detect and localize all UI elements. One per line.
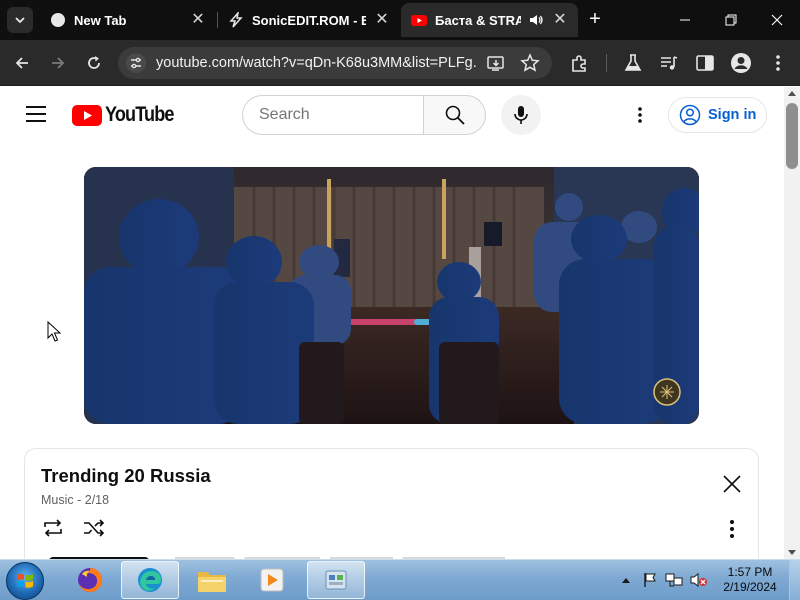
restore-icon <box>725 14 737 26</box>
new-tab-icon <box>51 13 65 27</box>
tab-title: Баста & STRANG <box>435 12 521 28</box>
close-tab-button[interactable]: ✕ <box>374 12 390 28</box>
back-button[interactable] <box>10 51 34 75</box>
flag-icon <box>644 573 656 587</box>
taskbar-file-explorer[interactable] <box>183 561 241 599</box>
more-vertical-icon <box>638 107 642 123</box>
search-box[interactable] <box>242 95 423 135</box>
voice-search-button[interactable] <box>501 95 541 135</box>
playlist-panel: Trending 20 Russia Music - 2/18 <box>24 448 759 559</box>
youtube-header: YouTube Sign in <box>0 87 784 143</box>
labs-flask-icon[interactable] <box>622 52 644 74</box>
taskbar-media-player[interactable] <box>243 561 301 599</box>
youtube-page: YouTube Sign in <box>0 87 784 559</box>
youtube-logo-text: YouTube <box>105 103 174 126</box>
scroll-up-arrow[interactable] <box>788 91 796 96</box>
search-icon <box>445 105 465 125</box>
media-control-icon[interactable] <box>658 52 680 74</box>
close-icon <box>771 14 783 26</box>
youtube-logo-icon <box>72 104 102 126</box>
media-player-icon <box>260 568 284 592</box>
search-input[interactable] <box>243 96 418 134</box>
close-tab-button[interactable]: ✕ <box>552 12 568 28</box>
control-panel-icon <box>325 570 347 590</box>
scrollbar-thumb[interactable] <box>786 103 798 169</box>
windows-logo-icon <box>17 573 33 588</box>
speaker-icon[interactable] <box>529 13 543 27</box>
profile-avatar-icon[interactable] <box>730 52 752 74</box>
tab-new-tab[interactable]: New Tab ✕ <box>40 3 216 37</box>
windows-taskbar: 1:57 PM 2/19/2024 <box>0 559 800 600</box>
toolbar-separator <box>606 54 607 72</box>
show-desktop-button[interactable] <box>789 560 800 600</box>
arrow-left-icon <box>15 57 28 69</box>
bookmark-star-icon[interactable] <box>520 53 540 73</box>
loop-playlist-icon[interactable] <box>41 518 65 538</box>
close-window-button[interactable] <box>754 0 800 40</box>
minimize-button[interactable] <box>662 0 708 40</box>
volume-muted-status[interactable] <box>688 560 710 600</box>
youtube-logo[interactable]: YouTube <box>72 103 185 127</box>
sonicedit-icon <box>229 12 243 28</box>
shuffle-icon[interactable] <box>82 518 106 538</box>
playlist-subtitle: Music - 2/18 <box>41 493 110 507</box>
close-playlist-icon[interactable] <box>722 474 742 494</box>
minimize-icon <box>680 19 690 21</box>
playlist-title[interactable]: Trending 20 Russia <box>41 465 211 487</box>
video-player[interactable] <box>84 167 699 424</box>
network-status[interactable] <box>663 560 685 600</box>
tab-search-button[interactable] <box>7 7 33 33</box>
extensions-icon[interactable] <box>569 52 591 74</box>
guide-menu-button[interactable] <box>26 106 46 122</box>
clock-time: 1:57 PM <box>727 565 773 579</box>
tab-youtube[interactable]: Баста & STRANG ✕ <box>401 3 578 37</box>
start-button[interactable] <box>6 562 44 600</box>
youtube-icon <box>411 15 427 26</box>
microphone-icon <box>514 106 528 124</box>
tab-title: SonicEDIT.ROM - EY <box>252 12 366 28</box>
forward-button[interactable] <box>46 51 70 75</box>
chevron-up-icon <box>622 578 630 583</box>
scroll-down-arrow[interactable] <box>788 550 796 555</box>
close-tab-button[interactable]: ✕ <box>190 12 206 28</box>
file-explorer-icon <box>198 572 226 592</box>
playlist-more-icon[interactable] <box>722 517 742 541</box>
edge-icon <box>138 568 162 592</box>
site-info-icon[interactable] <box>126 53 146 73</box>
reload-icon <box>88 56 100 69</box>
install-app-icon[interactable] <box>486 53 506 73</box>
video-frame <box>84 167 699 424</box>
network-icon <box>665 573 683 587</box>
volume-muted-icon <box>690 573 707 587</box>
show-hidden-icons-button[interactable] <box>618 560 634 600</box>
taskbar-edge[interactable] <box>121 561 179 599</box>
taskbar-firefox[interactable] <box>61 561 119 599</box>
arrow-right-icon <box>52 57 65 69</box>
search-button[interactable] <box>423 95 486 135</box>
new-tab-button[interactable]: + <box>584 9 606 31</box>
sign-in-label: Sign in <box>708 107 757 123</box>
sign-in-button[interactable]: Sign in <box>668 97 767 133</box>
chevron-down-icon <box>15 17 25 24</box>
taskbar-control-panel[interactable] <box>307 561 365 599</box>
tab-strip: New Tab ✕ SonicEDIT.ROM - EY ✕ Баста & S… <box>0 0 800 40</box>
action-center-flag[interactable] <box>640 560 660 600</box>
system-clock[interactable]: 1:57 PM 2/19/2024 <box>718 565 782 595</box>
side-panel-icon[interactable] <box>694 52 716 74</box>
url-text: youtube.com/watch?v=qDn-K68u3MM&list=PLF… <box>156 55 478 71</box>
restore-button[interactable] <box>708 0 754 40</box>
settings-more-button[interactable] <box>628 103 652 127</box>
mouse-cursor-icon <box>47 321 61 342</box>
tab-sonicedit[interactable]: SonicEDIT.ROM - EY ✕ <box>218 3 400 37</box>
browser-toolbar: youtube.com/watch?v=qDn-K68u3MM&list=PLF… <box>0 40 800 86</box>
browser-menu-icon[interactable] <box>767 52 789 74</box>
address-bar[interactable]: youtube.com/watch?v=qDn-K68u3MM&list=PLF… <box>118 47 552 79</box>
tab-title: New Tab <box>74 12 127 28</box>
clock-date: 2/19/2024 <box>723 580 777 594</box>
firefox-icon <box>78 567 103 592</box>
account-circle-icon <box>679 104 701 126</box>
reload-button[interactable] <box>82 51 106 75</box>
page-scrollbar[interactable] <box>784 87 800 559</box>
